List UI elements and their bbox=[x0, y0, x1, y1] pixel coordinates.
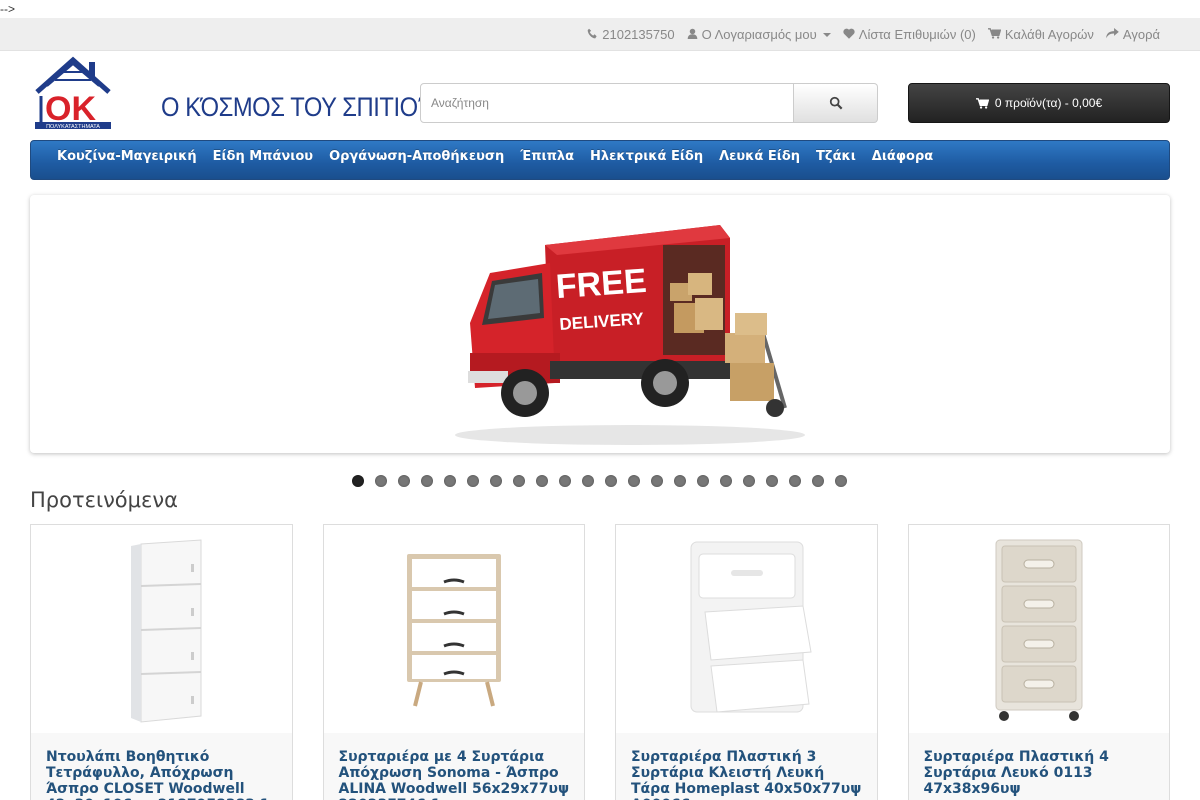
header: OK ΠΟΛΥΚΑΤΑΣΤΗΜΑΤΑ Ο ΚΌΣΜΟΣ ΤΟΥ ΣΠΙΤΙΟΎ … bbox=[0, 51, 1200, 141]
product-caption: Συρταριέρα Πλαστική 4 Συρτάρια Λευκό 011… bbox=[908, 733, 1169, 800]
svg-text:ΠΟΛΥΚΑΤΑΣΤΗΜΑΤΑ: ΠΟΛΥΚΑΤΑΣΤΗΜΑΤΑ bbox=[46, 124, 100, 130]
menu-item-linens[interactable]: Λευκά Είδη bbox=[711, 141, 808, 164]
checkout-link[interactable]: Αγορά bbox=[1106, 27, 1160, 42]
search-bar bbox=[420, 83, 878, 123]
slider-dot[interactable] bbox=[743, 475, 755, 487]
slider-dot[interactable] bbox=[398, 475, 410, 487]
account-label: Ο Λογαριασμός μου bbox=[701, 27, 817, 42]
plastic-3-drawer-image bbox=[690, 541, 812, 713]
banner-text-free: FREE bbox=[555, 262, 648, 306]
product-image-link[interactable] bbox=[616, 525, 877, 733]
product-name-link[interactable]: Συρταριέρα Πλαστική 3 Συρτάρια Κλειστή Λ… bbox=[631, 749, 863, 800]
drawer-chest-image bbox=[406, 554, 501, 707]
menu-item-electrical[interactable]: Ηλεκτρικά Είδη bbox=[582, 141, 711, 164]
slider-dot[interactable] bbox=[674, 475, 686, 487]
product-name-link[interactable]: Συρταριέρα Πλαστική 4 Συρτάρια Λευκό 011… bbox=[924, 749, 1156, 797]
menu-item-misc[interactable]: Διάφορα bbox=[864, 141, 941, 164]
slider-dot[interactable] bbox=[375, 475, 387, 487]
slider-dot[interactable] bbox=[789, 475, 801, 487]
product-caption: Συρταριέρα Πλαστική 3 Συρτάρια Κλειστή Λ… bbox=[616, 733, 877, 800]
checkout-label: Αγορά bbox=[1122, 27, 1160, 42]
product-image-link[interactable] bbox=[323, 525, 584, 733]
phone-link[interactable]: 2102135750 bbox=[587, 27, 675, 42]
hero-slider[interactable]: FREE DELIVERY bbox=[30, 195, 1170, 453]
product-caption: Συρταριέρα με 4 Συρτάρια Απόχρωση Sonoma… bbox=[323, 733, 584, 800]
slider-dot[interactable] bbox=[444, 475, 456, 487]
slider-dot[interactable] bbox=[490, 475, 502, 487]
phone-icon bbox=[587, 28, 598, 42]
slider-dot[interactable] bbox=[628, 475, 640, 487]
slider-dot[interactable] bbox=[697, 475, 709, 487]
menu-item-storage[interactable]: Οργάνωση-Αποθήκευση bbox=[321, 141, 512, 164]
category-menu: Κουζίνα-Μαγειρική Είδη Μπάνιου Οργάνωση-… bbox=[30, 140, 1170, 180]
search-button[interactable] bbox=[794, 83, 878, 123]
menu-item-kitchen[interactable]: Κουζίνα-Μαγειρική bbox=[49, 141, 205, 164]
slider-dot[interactable] bbox=[513, 475, 525, 487]
cart-total-label: 0 προϊόν(τα) - 0,00€ bbox=[994, 96, 1103, 110]
slider-dot[interactable] bbox=[720, 475, 732, 487]
slider-dot[interactable] bbox=[605, 475, 617, 487]
product-card[interactable]: Συρταριέρα Πλαστική 3 Συρτάρια Κλειστή Λ… bbox=[615, 524, 878, 800]
plastic-4-drawer-image bbox=[995, 539, 1083, 721]
slider-dot[interactable] bbox=[766, 475, 778, 487]
heart-icon bbox=[843, 28, 855, 42]
slider-dot[interactable] bbox=[352, 475, 364, 487]
store-logo[interactable]: OK ΠΟΛΥΚΑΤΑΣΤΗΜΑΤΑ Ο ΚΌΣΜΟΣ ΤΟΥ ΣΠΙΤΙΟΎ bbox=[33, 56, 438, 136]
account-dropdown[interactable]: Ο Λογαριασμός μου bbox=[687, 27, 831, 42]
cart-icon bbox=[987, 27, 1002, 42]
shopping-cart-link[interactable]: Καλάθι Αγορών bbox=[987, 27, 1094, 42]
product-card[interactable]: Ντουλάπι Βοηθητικό Τετράφυλλο, Απόχρωση … bbox=[30, 524, 293, 800]
share-icon bbox=[1106, 27, 1119, 42]
search-icon bbox=[829, 96, 842, 110]
product-name-link[interactable]: Συρταριέρα με 4 Συρτάρια Απόχρωση Sonoma… bbox=[339, 749, 571, 800]
phone-number: 2102135750 bbox=[602, 27, 675, 42]
chevron-down-icon bbox=[822, 32, 831, 37]
slider-dot[interactable] bbox=[582, 475, 594, 487]
cart-icon bbox=[975, 97, 989, 109]
slider-dot[interactable] bbox=[651, 475, 663, 487]
product-card[interactable]: Συρταριέρα Πλαστική 4 Συρτάρια Λευκό 011… bbox=[907, 524, 1170, 800]
house-logo-icon: OK ΠΟΛΥΚΑΤΑΣΤΗΜΑΤΑ bbox=[35, 56, 111, 130]
slider-dot[interactable] bbox=[536, 475, 548, 487]
slider-dot[interactable] bbox=[559, 475, 571, 487]
top-bar: 2102135750 Ο Λογαριασμός μου Λίστα Επιθυ… bbox=[0, 18, 1200, 51]
product-name-link[interactable]: Ντουλάπι Βοηθητικό Τετράφυλλο, Απόχρωση … bbox=[46, 749, 278, 800]
product-image-link[interactable] bbox=[31, 525, 292, 733]
cart-button[interactable]: 0 προϊόν(τα) - 0,00€ bbox=[908, 83, 1170, 123]
product-image-link[interactable] bbox=[908, 525, 1169, 733]
slider-dot[interactable] bbox=[812, 475, 824, 487]
cart-link-label: Καλάθι Αγορών bbox=[1004, 27, 1094, 42]
delivery-truck-image: FREE DELIVERY bbox=[455, 225, 805, 445]
slider-dot[interactable] bbox=[421, 475, 433, 487]
slider-dot[interactable] bbox=[835, 475, 847, 487]
product-caption: Ντουλάπι Βοηθητικό Τετράφυλλο, Απόχρωση … bbox=[31, 733, 292, 800]
wishlist-label: Λίστα Επιθυμιών (0) bbox=[858, 27, 976, 42]
stray-comment-text: --> bbox=[0, 2, 15, 16]
product-card[interactable]: Συρταριέρα με 4 Συρτάρια Απόχρωση Sonoma… bbox=[322, 524, 585, 800]
slider-dot[interactable] bbox=[467, 475, 479, 487]
menu-item-fireplace[interactable]: Τζάκι bbox=[808, 141, 864, 164]
menu-item-bathroom[interactable]: Είδη Μπάνιου bbox=[205, 141, 321, 164]
featured-heading: Προτεινόμενα bbox=[30, 488, 178, 512]
wishlist-link[interactable]: Λίστα Επιθυμιών (0) bbox=[843, 27, 976, 42]
top-links: 2102135750 Ο Λογαριασμός μου Λίστα Επιθυ… bbox=[587, 18, 1160, 51]
logo-wordmark: Ο ΚΌΣΜΟΣ ΤΟΥ ΣΠΙΤΙΟΎ bbox=[161, 92, 438, 122]
user-icon bbox=[687, 28, 698, 42]
featured-products: Ντουλάπι Βοηθητικό Τετράφυλλο, Απόχρωση … bbox=[30, 524, 1170, 800]
slider-pagination bbox=[352, 475, 847, 487]
white-cabinet-image bbox=[131, 539, 202, 723]
search-input[interactable] bbox=[420, 83, 794, 123]
menu-item-furniture[interactable]: Έπιπλα bbox=[512, 141, 582, 164]
